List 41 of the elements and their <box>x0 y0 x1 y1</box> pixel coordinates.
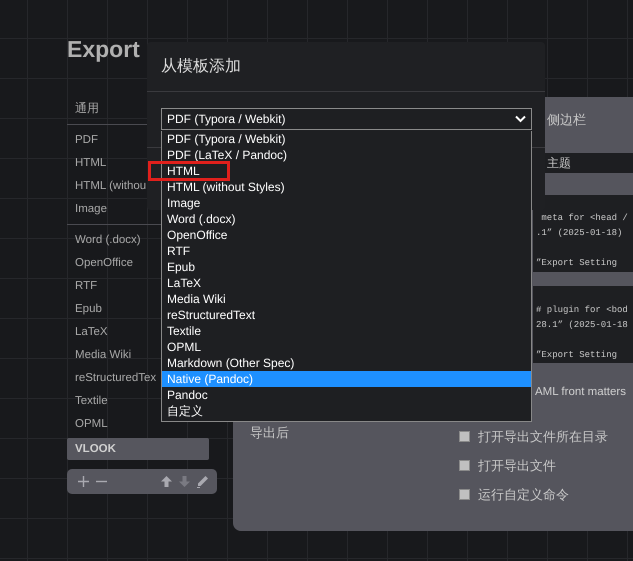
dropdown-option[interactable]: PDF (LaTeX / Pandoc) <box>162 147 531 163</box>
pencil-icon[interactable] <box>196 475 209 488</box>
arrow-up-icon[interactable] <box>160 475 173 488</box>
dropdown-option[interactable]: Textile <box>162 323 531 339</box>
dropdown-option[interactable]: 自定义 <box>162 403 531 419</box>
dropdown-option[interactable]: PDF (Typora / Webkit) <box>162 131 531 147</box>
dropdown-option[interactable]: Markdown (Other Spec) <box>162 355 531 371</box>
dropdown-option[interactable]: reStructuredText <box>162 307 531 323</box>
sidebar-item[interactable]: VLOOK <box>67 438 209 460</box>
dropdown-option[interactable]: LaTeX <box>162 275 531 291</box>
checkbox-label: 运行自定义命令 <box>478 486 569 504</box>
code-line: meta for <head / <box>540 212 628 225</box>
checkbox-label: 打开导出文件所在目录 <box>478 428 608 446</box>
dropdown-option[interactable]: Media Wiki <box>162 291 531 307</box>
sidebar-label: 侧边栏 <box>547 111 586 129</box>
dropdown-option[interactable]: Image <box>162 195 531 211</box>
template-select[interactable]: PDF (Typora / Webkit) <box>161 108 532 130</box>
page-title: Export <box>67 36 140 62</box>
code-line: ”Export Setting <box>536 349 618 362</box>
section-label: 导出后 <box>250 424 289 442</box>
dropdown-option[interactable]: RTF <box>162 243 531 259</box>
dropdown-option[interactable]: HTML (without Styles) <box>162 179 531 195</box>
theme-select[interactable]: 主题 <box>545 153 633 173</box>
code-line: .1” (2025-01-18) <box>536 227 622 240</box>
checkbox-label: 打开导出文件 <box>478 456 556 474</box>
code-line: ”Export Setting <box>536 257 618 270</box>
dropdown-option[interactable]: Epub <box>162 259 531 275</box>
code-line: 28.1” (2025-01-18 <box>536 319 628 332</box>
checkbox[interactable] <box>459 489 470 500</box>
section-header: 通用 <box>75 101 99 115</box>
option-label: AML front matters <box>535 385 626 400</box>
code-line: # plugin for <bod <box>536 304 628 317</box>
dropdown-option[interactable]: Word (.docx) <box>162 211 531 227</box>
dialog-title: 从模板添加 <box>161 56 241 77</box>
checkbox[interactable] <box>459 460 470 471</box>
dropdown-option[interactable]: OpenOffice <box>162 227 531 243</box>
dropdown-option[interactable]: Pandoc <box>162 387 531 403</box>
dropdown-option[interactable]: OPML <box>162 339 531 355</box>
plus-icon[interactable] <box>77 475 90 488</box>
checkbox[interactable] <box>459 431 470 442</box>
chevron-down-icon <box>515 115 526 123</box>
